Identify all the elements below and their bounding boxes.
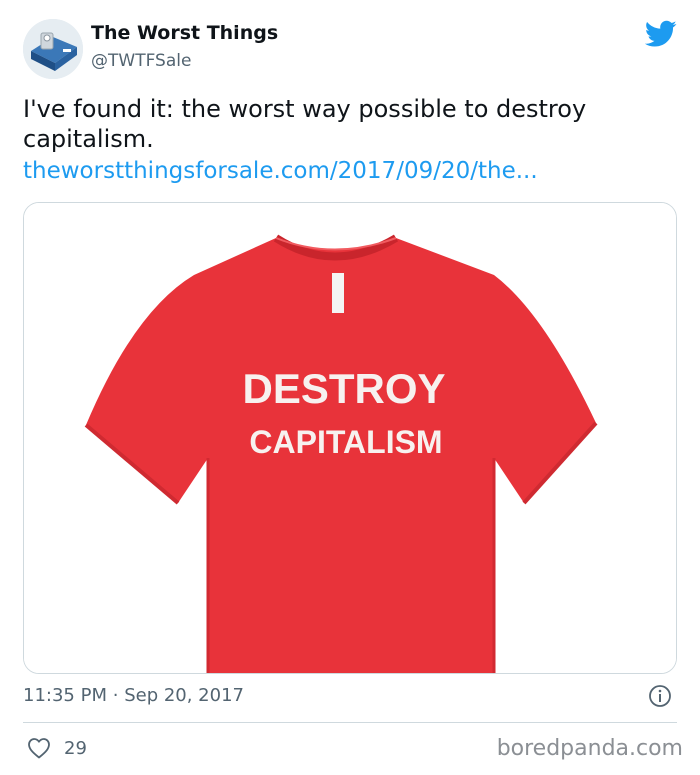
meta-separator: · (112, 685, 119, 706)
like-count: 29 (64, 738, 87, 759)
tweet-text: I've found it: the worst way possible to… (23, 95, 587, 153)
tweet-card: The Worst Things @TWTFSale I've found it… (0, 0, 700, 775)
info-icon[interactable] (648, 684, 672, 708)
tweet-link[interactable]: theworstthingsforsale.com/2017/09/20/the… (23, 156, 538, 186)
tweet-timestamp[interactable]: 11:35 PM · Sep 20, 2017 (23, 685, 244, 706)
author-name[interactable]: The Worst Things (91, 22, 278, 44)
watermark: boredpanda.com (496, 736, 683, 761)
shirt-text-line1: DESTROY (242, 365, 445, 412)
tweet-media[interactable]: DESTROY CAPITALISM (23, 202, 677, 674)
avatar-image (23, 19, 83, 79)
tweet-date: Sep 20, 2017 (124, 685, 244, 706)
author-handle[interactable]: @TWTFSale (91, 51, 191, 71)
shirt-text-line2: CAPITALISM (249, 424, 442, 460)
twitter-bird-icon[interactable] (645, 20, 677, 48)
tshirt-image: DESTROY CAPITALISM (24, 203, 676, 673)
avatar[interactable] (23, 19, 83, 79)
tweet-time: 11:35 PM (23, 685, 107, 706)
divider (23, 722, 677, 723)
heart-icon[interactable] (27, 737, 51, 759)
